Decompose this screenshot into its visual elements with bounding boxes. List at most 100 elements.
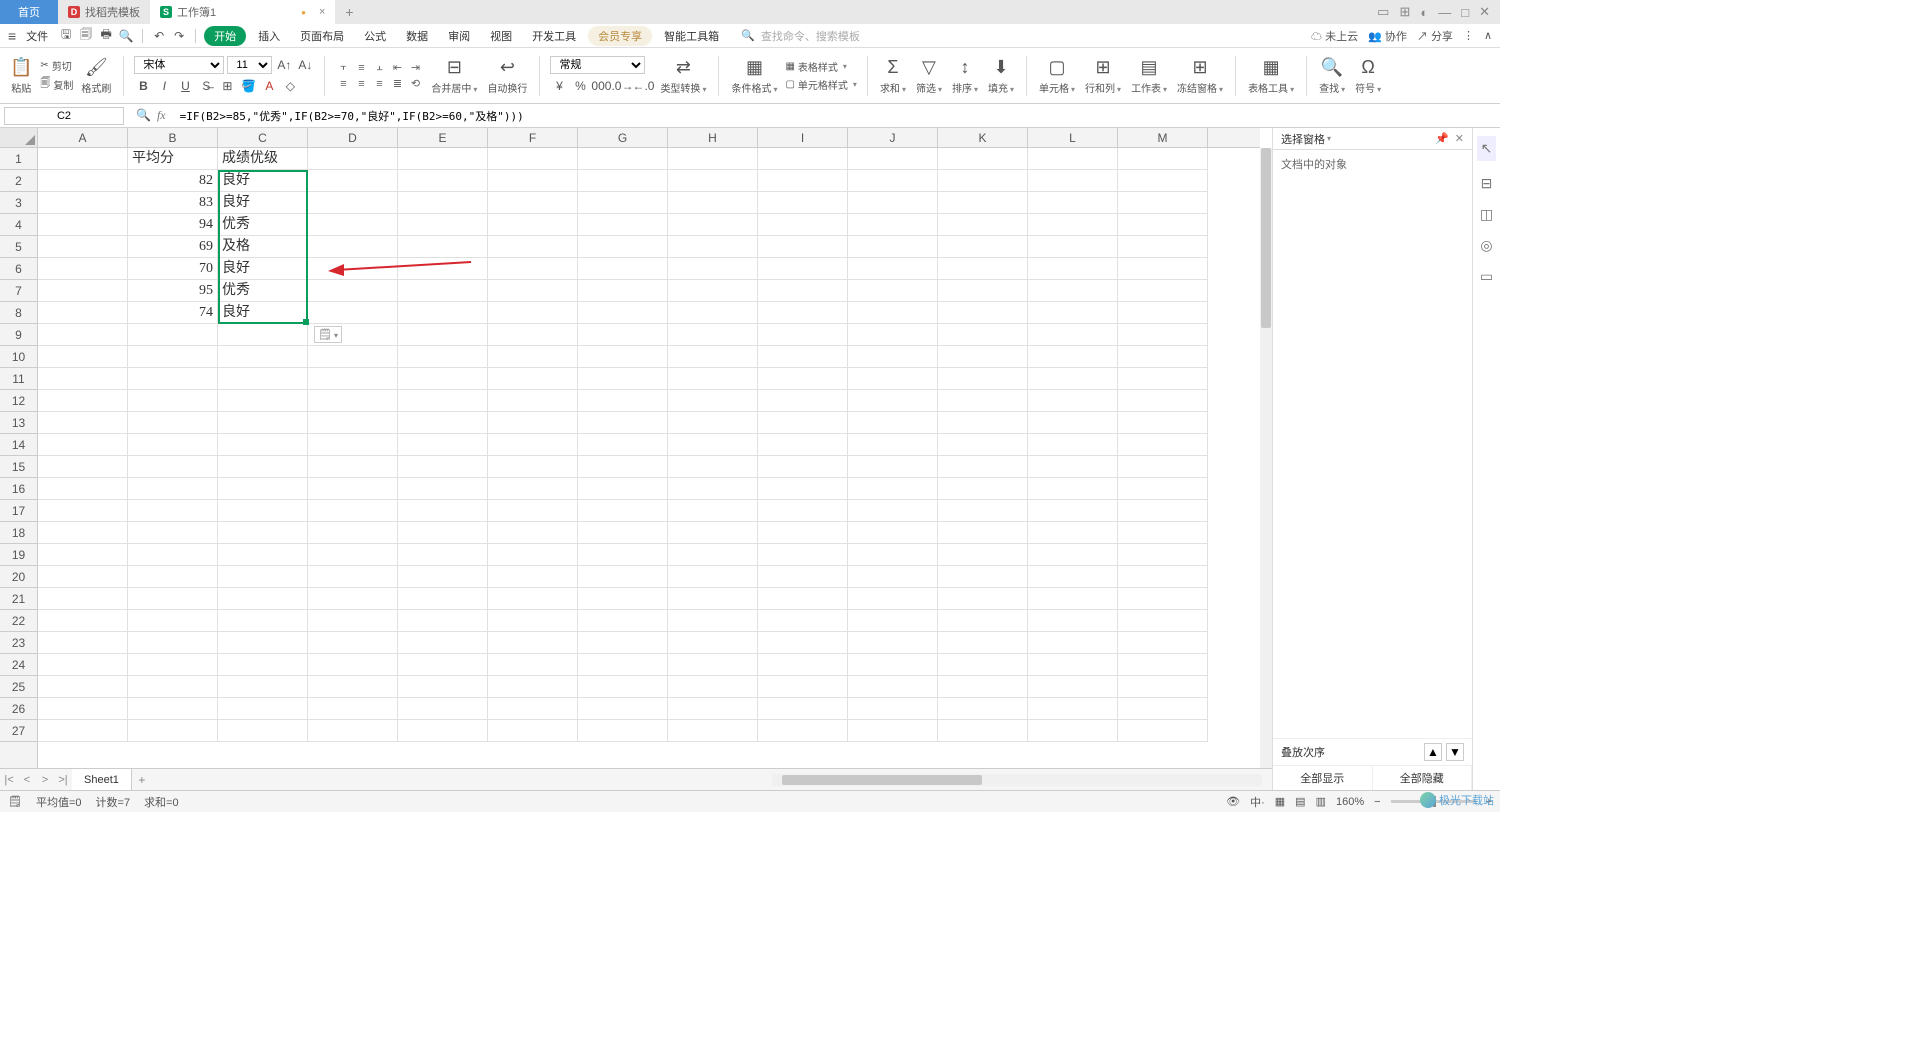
copy-button[interactable]: 🗐 复制 <box>40 76 73 93</box>
cell-E24[interactable] <box>398 654 488 676</box>
cell-H8[interactable] <box>668 302 758 324</box>
cell-D24[interactable] <box>308 654 398 676</box>
cell-G27[interactable] <box>578 720 668 742</box>
autofill-options[interactable]: 🗒▾ <box>314 326 342 343</box>
cell-F14[interactable] <box>488 434 578 456</box>
cell-H20[interactable] <box>668 566 758 588</box>
cell-K8[interactable] <box>938 302 1028 324</box>
cell-K19[interactable] <box>938 544 1028 566</box>
cell-A16[interactable] <box>38 478 128 500</box>
cell-G8[interactable] <box>578 302 668 324</box>
cell-H4[interactable] <box>668 214 758 236</box>
search-area[interactable]: 🔍 查找命令、搜索模板 <box>741 28 860 44</box>
freeze-button[interactable]: ⊞冻结窗格▾ <box>1175 57 1225 95</box>
cell-G17[interactable] <box>578 500 668 522</box>
indent-dec[interactable]: ⇤ <box>389 61 405 75</box>
cell-B11[interactable] <box>128 368 218 390</box>
cell-E16[interactable] <box>398 478 488 500</box>
cell-G13[interactable] <box>578 412 668 434</box>
percent-icon[interactable]: % <box>571 77 589 95</box>
cell-C16[interactable] <box>218 478 308 500</box>
cell-H9[interactable] <box>668 324 758 346</box>
cell-I16[interactable] <box>758 478 848 500</box>
cell-E12[interactable] <box>398 390 488 412</box>
currency-icon[interactable]: ¥ <box>550 77 568 95</box>
cell-H10[interactable] <box>668 346 758 368</box>
cell-F23[interactable] <box>488 632 578 654</box>
cloud-status[interactable]: ☁ 未上云 <box>1311 28 1358 44</box>
col-header-L[interactable]: L <box>1028 128 1118 147</box>
row-header-27[interactable]: 27 <box>0 720 37 742</box>
file-menu[interactable]: 文件 <box>26 28 48 44</box>
cell-J23[interactable] <box>848 632 938 654</box>
cell-J12[interactable] <box>848 390 938 412</box>
cell-F1[interactable] <box>488 148 578 170</box>
cell-C18[interactable] <box>218 522 308 544</box>
cell-C27[interactable] <box>218 720 308 742</box>
cell-K21[interactable] <box>938 588 1028 610</box>
cell-D3[interactable] <box>308 192 398 214</box>
cell-B4[interactable]: 94 <box>128 214 218 236</box>
cell-H23[interactable] <box>668 632 758 654</box>
cell-G11[interactable] <box>578 368 668 390</box>
cell-J22[interactable] <box>848 610 938 632</box>
cell-D15[interactable] <box>308 456 398 478</box>
align-justify[interactable]: ≣ <box>389 77 405 91</box>
cell-F20[interactable] <box>488 566 578 588</box>
cell-K22[interactable] <box>938 610 1028 632</box>
paste-group[interactable]: 📋 粘贴 <box>8 57 34 95</box>
col-header-C[interactable]: C <box>218 128 308 147</box>
cell-I17[interactable] <box>758 500 848 522</box>
cell-D25[interactable] <box>308 676 398 698</box>
bold-button[interactable]: B <box>134 77 152 95</box>
cell-button[interactable]: ▢单元格▾ <box>1037 57 1077 95</box>
zoom-level[interactable]: 160% <box>1336 796 1364 808</box>
menu-smart[interactable]: 智能工具箱 <box>656 28 727 44</box>
cell-M22[interactable] <box>1118 610 1208 632</box>
cell-D1[interactable] <box>308 148 398 170</box>
cell-M9[interactable] <box>1118 324 1208 346</box>
cell-L1[interactable] <box>1028 148 1118 170</box>
cell-E1[interactable] <box>398 148 488 170</box>
cell-H14[interactable] <box>668 434 758 456</box>
cell-D8[interactable] <box>308 302 398 324</box>
cell-K11[interactable] <box>938 368 1028 390</box>
cell-C9[interactable] <box>218 324 308 346</box>
cell-B13[interactable] <box>128 412 218 434</box>
cell-A19[interactable] <box>38 544 128 566</box>
cell-L3[interactable] <box>1028 192 1118 214</box>
strike-button[interactable]: S̶ <box>197 77 215 95</box>
cell-K9[interactable] <box>938 324 1028 346</box>
border-button[interactable]: ⊞ <box>218 77 236 95</box>
cell-J8[interactable] <box>848 302 938 324</box>
cell-B5[interactable]: 69 <box>128 236 218 258</box>
cell-M25[interactable] <box>1118 676 1208 698</box>
cell-B25[interactable] <box>128 676 218 698</box>
cell-E22[interactable] <box>398 610 488 632</box>
cell-M8[interactable] <box>1118 302 1208 324</box>
cell-G15[interactable] <box>578 456 668 478</box>
cell-A8[interactable] <box>38 302 128 324</box>
align-top[interactable]: ⫟ <box>335 61 351 75</box>
cell-F5[interactable] <box>488 236 578 258</box>
hamburger-icon[interactable]: ≡ <box>8 28 16 44</box>
sheet-nav-next[interactable]: > <box>36 774 54 786</box>
cell-C8[interactable]: 良好 <box>218 302 308 324</box>
cell-I7[interactable] <box>758 280 848 302</box>
row-header-23[interactable]: 23 <box>0 632 37 654</box>
cell-F26[interactable] <box>488 698 578 720</box>
cell-K27[interactable] <box>938 720 1028 742</box>
cell-L25[interactable] <box>1028 676 1118 698</box>
cell-H27[interactable] <box>668 720 758 742</box>
preview-icon[interactable]: 🔍 <box>118 28 134 44</box>
cell-L13[interactable] <box>1028 412 1118 434</box>
cell-M18[interactable] <box>1118 522 1208 544</box>
cell-D6[interactable] <box>308 258 398 280</box>
cell-J7[interactable] <box>848 280 938 302</box>
cell-C4[interactable]: 优秀 <box>218 214 308 236</box>
cell-A15[interactable] <box>38 456 128 478</box>
cell-C25[interactable] <box>218 676 308 698</box>
cell-E27[interactable] <box>398 720 488 742</box>
cond-format[interactable]: ▦ 条件格式▾ <box>729 57 779 95</box>
cell-E14[interactable] <box>398 434 488 456</box>
